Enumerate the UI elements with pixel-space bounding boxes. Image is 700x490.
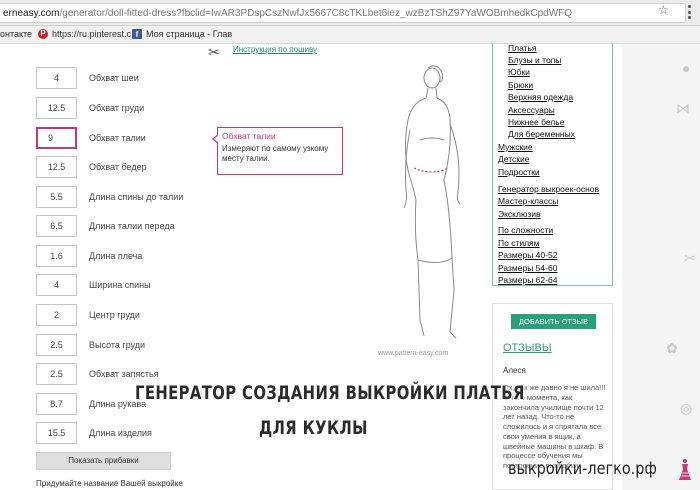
bust-height-input[interactable]: 2.5 (36, 334, 77, 356)
wrist-girth-input[interactable]: 2.5 (36, 363, 77, 385)
category-menu: Платья Блузы и топы Юбки Брюки Верхняя о… (492, 43, 613, 286)
menu-item-base-generator[interactable]: Генератор выкроек-основ (498, 184, 599, 194)
review-author: Алеся (503, 366, 526, 375)
show-allowances-button[interactable]: Показать прибавки (36, 452, 171, 470)
field-label: Длина изделия (89, 428, 152, 438)
bookmark-facebook[interactable]: f Моя страница - Глав (132, 29, 232, 39)
bookmarks-bar: онтакте Phttps://ru.pinterest.c f Моя стр… (0, 26, 700, 44)
tooltip-title: Обхват талии (222, 131, 276, 141)
bust-girth-input[interactable]: 12.5 (36, 97, 77, 119)
flower-icon: ✿ (666, 340, 678, 356)
bust-center-input[interactable]: 2 (36, 304, 77, 326)
thread-icon: ✂ (684, 250, 696, 266)
facebook-icon: f (132, 29, 142, 39)
overlay-title-line-1: ГЕНЕРАТОР СОЗДАНИЯ ВЫКРОЙКИ ПЛАТЬЯ (135, 382, 525, 404)
field-label: Обхват бедер (89, 162, 147, 172)
browser-toolbar: erneasy.com/generator/doll-fitted-dress?… (0, 0, 700, 26)
menu-item-master-classes[interactable]: Мастер-классы (498, 196, 558, 206)
menu-item-sizes-62-64[interactable]: Размеры 62-64 (498, 275, 557, 285)
garment-length-input[interactable]: 15.5 (36, 422, 77, 444)
menu-item-maternity[interactable]: Для беременных (508, 129, 575, 139)
dress-logo-icon (679, 459, 691, 480)
button-icon: ● (682, 60, 691, 76)
address-bar[interactable]: erneasy.com/generator/doll-fitted-dress?… (0, 3, 686, 23)
field-label: Длина талии переда (89, 221, 175, 231)
menu-item-trousers[interactable]: Брюки (508, 80, 533, 90)
field-label: Высота груди (89, 340, 146, 350)
tooltip-body: Измеряют по самому узкому месту талии. (222, 144, 329, 163)
menu-item-blouses[interactable]: Блузы и топы (508, 55, 561, 65)
sleeve-length-input[interactable]: 8.7 (36, 393, 77, 415)
dress-figure-illustration (403, 65, 461, 339)
field-label: Обхват запястья (89, 369, 159, 379)
button-icon: ◎ (680, 400, 693, 416)
add-review-button[interactable]: ДОБАВИТЬ ОТЗЫВ (511, 314, 596, 329)
menu-item-sizes-54-60[interactable]: Размеры 54-60 (498, 263, 557, 273)
neck-girth-input[interactable]: 4 (36, 67, 77, 89)
instructions-link[interactable]: Инструкция по пошиву (233, 45, 317, 54)
shoulder-length-input[interactable]: 1.6 (36, 245, 77, 267)
overlay-title-line-2: ДЛЯ КУКЛЫ (259, 417, 368, 439)
reviews-title-link[interactable]: ОТЗЫВЫ (503, 342, 552, 354)
field-tooltip: Обхват талии Измеряют по самому узкому м… (212, 127, 343, 175)
menu-item-men[interactable]: Мужские (498, 142, 533, 152)
back-length-input[interactable]: 5.5 (36, 186, 77, 208)
hip-girth-input[interactable]: 12.5 (36, 156, 77, 178)
field-label: Обхват шеи (89, 73, 139, 83)
back-width-input[interactable]: 4 (36, 274, 77, 296)
bookmark-pinterest[interactable]: Phttps://ru.pinterest.c (38, 29, 131, 39)
menu-item-exclusive[interactable]: Эксклюзив (498, 209, 540, 219)
field-label: Ширина спины (89, 280, 151, 290)
menu-item-kids[interactable]: Детские (498, 154, 529, 164)
field-label: Обхват талии (89, 133, 146, 143)
bow-icon: ⋈ (676, 100, 690, 116)
url-text: erneasy.com/generator/doll-fitted-dress?… (3, 8, 573, 19)
field-label: Длина плеча (89, 251, 143, 261)
menu-item-lingerie[interactable]: Нижнее белье (508, 117, 564, 127)
field-label: Центр груди (89, 310, 140, 320)
menu-item-accessories[interactable]: Аксессуары (508, 105, 555, 115)
menu-item-dresses[interactable]: Платья (508, 43, 537, 53)
star-icon[interactable]: ☆ (658, 3, 669, 17)
field-label: Обхват груди (89, 103, 145, 113)
pinterest-icon: P (38, 29, 48, 39)
menu-item-skirts[interactable]: Юбки (508, 67, 530, 77)
menu-item-by-difficulty[interactable]: По сложности (498, 225, 553, 235)
scissors-icon: ✂ (208, 44, 220, 60)
menu-item-sizes-40-52[interactable]: Размеры 40-52 (498, 250, 557, 260)
bookmark-vk[interactable]: онтакте (0, 29, 32, 39)
front-waist-length-input[interactable]: 6.5 (36, 215, 77, 237)
field-label: Длина спины до талии (89, 192, 184, 202)
menu-item-by-style[interactable]: По стилям (498, 238, 540, 248)
figure-watermark: www.pattern-easy.com (378, 350, 449, 357)
pattern-name-label: Придумайте название Вашей выкройке (36, 479, 183, 488)
menu-item-outerwear[interactable]: Верхняя одежда (508, 92, 573, 102)
browser-menu-icon[interactable] (688, 5, 692, 19)
site-watermark: выкройки-легко.рф (508, 459, 657, 479)
menu-item-teens[interactable]: Подростки (498, 167, 540, 177)
waist-girth-input[interactable]: 9 (36, 127, 77, 149)
